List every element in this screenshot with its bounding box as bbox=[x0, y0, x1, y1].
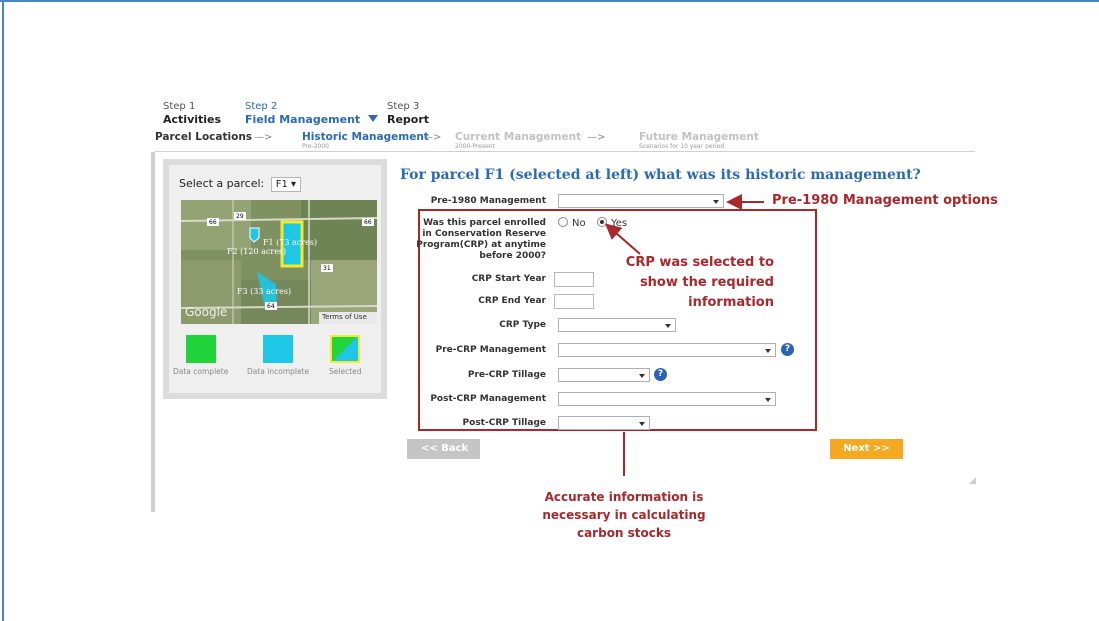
crp-callout: CRP was selected to show the required in… bbox=[625, 255, 774, 310]
legend-data-incomplete: Data incomplete bbox=[247, 335, 309, 376]
radio-yes-label: Yes bbox=[611, 218, 628, 229]
crp-type-label: CRP Type bbox=[499, 320, 546, 330]
chevron-down-icon bbox=[713, 200, 719, 204]
chevron-down-icon bbox=[665, 324, 671, 328]
road-label: 64 bbox=[267, 303, 275, 310]
substep-current-management[interactable]: Current Management 2000-Present bbox=[455, 131, 581, 151]
radio-no-label: No bbox=[572, 218, 586, 229]
step-1-label: Activities bbox=[163, 113, 222, 126]
next-button[interactable]: Next >> bbox=[830, 439, 903, 459]
substep-parcel-locations[interactable]: Parcel Locations bbox=[155, 131, 252, 143]
substep-bar: Parcel Locations —> Historic Management … bbox=[155, 131, 975, 152]
legend-selected: Selected bbox=[329, 335, 362, 376]
step-3[interactable]: Step 3 Report bbox=[387, 101, 429, 127]
road-label: 31 bbox=[323, 265, 331, 272]
dropdown-triangle-icon[interactable] bbox=[368, 115, 379, 122]
legend-label: Selected bbox=[329, 367, 362, 376]
step-1-number: Step 1 bbox=[163, 101, 196, 112]
road-label: 66 bbox=[364, 219, 372, 226]
legend-swatch bbox=[263, 335, 294, 363]
pre1980-callout: Pre-1980 Management options bbox=[772, 193, 998, 208]
substep-divider bbox=[155, 151, 975, 152]
field-f2-label: F2 (120 acres) bbox=[227, 247, 287, 256]
crp-radio-no[interactable]: No bbox=[558, 217, 586, 229]
parcel-panel-inner: Select a parcel: F1 ▾ 66 29 66 31 64 F1 … bbox=[169, 165, 381, 393]
step-3-label: Report bbox=[387, 113, 430, 126]
help-icon[interactable]: ? bbox=[781, 343, 794, 356]
google-logo: Google bbox=[185, 305, 228, 319]
window-top-border bbox=[0, 0, 1099, 2]
chevron-down-icon bbox=[639, 374, 645, 378]
parcel-panel: Select a parcel: F1 ▾ 66 29 66 31 64 F1 … bbox=[163, 159, 387, 399]
page-title: For parcel F1 (selected at left) what wa… bbox=[400, 167, 921, 183]
crp-start-label: CRP Start Year bbox=[471, 274, 546, 284]
crp-end-year-input[interactable] bbox=[554, 294, 594, 309]
substep-subtitle: Pre-2000 bbox=[302, 143, 329, 150]
legend-data-complete: Data complete bbox=[173, 335, 228, 376]
pre-crp-mgmt-label: Pre-CRP Management bbox=[435, 345, 546, 355]
chevron-down-icon bbox=[639, 422, 645, 426]
parcel-map[interactable]: 66 29 66 31 64 F1 (73 acres) F2 (120 acr… bbox=[181, 200, 377, 324]
pre1980-select[interactable] bbox=[558, 194, 724, 208]
left-edge-bar bbox=[151, 152, 155, 512]
substep-title: Parcel Locations bbox=[155, 131, 253, 143]
post-crp-tillage-label: Post-CRP Tillage bbox=[462, 418, 546, 428]
crp-type-select[interactable] bbox=[558, 318, 676, 332]
substep-arrow: —> bbox=[254, 132, 273, 143]
substep-subtitle: 2000-Present bbox=[455, 143, 495, 150]
legend-swatch bbox=[185, 335, 216, 363]
pre-crp-tillage-label: Pre-CRP Tillage bbox=[467, 370, 546, 380]
step-2-number: Step 2 bbox=[245, 101, 278, 112]
step-1[interactable]: Step 1 Activities bbox=[163, 101, 221, 127]
parcel-select-row: Select a parcel: F1 ▾ bbox=[179, 177, 302, 192]
parcel-select-label: Select a parcel: bbox=[179, 177, 265, 190]
pre-crp-tillage-select[interactable] bbox=[558, 368, 650, 382]
legend-label: Data incomplete bbox=[247, 367, 310, 376]
map-terms-link[interactable]: Terms of Use bbox=[322, 313, 367, 321]
post-crp-mgmt-select[interactable] bbox=[558, 392, 776, 406]
resize-grip-icon[interactable]: ◢ bbox=[969, 476, 976, 486]
substep-title: Current Management bbox=[455, 131, 582, 143]
road-label: 29 bbox=[236, 213, 244, 220]
crp-start-year-input[interactable] bbox=[554, 272, 594, 287]
legend-swatch bbox=[330, 335, 361, 363]
substep-future-management[interactable]: Future Management Scenarios for 10 year … bbox=[639, 131, 759, 151]
radio-selected-icon bbox=[597, 217, 607, 227]
crp-end-label: CRP End Year bbox=[478, 296, 546, 306]
field-f3-label: F3 (33 acres) bbox=[237, 287, 292, 296]
step-2-label: Field Management bbox=[245, 113, 361, 126]
substep-arrow: —> bbox=[423, 132, 442, 143]
pre1980-label: Pre-1980 Management bbox=[430, 196, 546, 206]
substep-title: Future Management bbox=[639, 131, 759, 143]
substep-subtitle: Scenarios for 10 year period bbox=[639, 143, 725, 150]
parcel-select-value: F1 bbox=[275, 179, 288, 190]
post-crp-mgmt-label: Post-CRP Management bbox=[430, 394, 546, 404]
window-left-border bbox=[2, 0, 4, 621]
substep-historic-management[interactable]: Historic Management Pre-2000 bbox=[302, 131, 429, 151]
field-f1-label: F1 (73 acres) bbox=[263, 238, 318, 247]
crp-radio-yes[interactable]: Yes bbox=[597, 217, 627, 229]
road-label: 66 bbox=[209, 219, 217, 226]
substep-title: Historic Management bbox=[302, 131, 429, 143]
substep-arrow: —> bbox=[587, 132, 606, 143]
step-2[interactable]: Step 2 Field Management bbox=[245, 101, 379, 127]
help-icon[interactable]: ? bbox=[654, 368, 667, 381]
legend-label: Data complete bbox=[173, 367, 229, 376]
parcel-select[interactable]: F1 ▾ bbox=[270, 177, 302, 192]
crp-question-label: Was this parcel enrolled in Conservation… bbox=[416, 218, 546, 261]
post-crp-tillage-select[interactable] bbox=[558, 416, 650, 430]
back-button[interactable]: << Back bbox=[407, 439, 480, 459]
chevron-down-icon bbox=[765, 349, 771, 353]
step-3-number: Step 3 bbox=[387, 101, 420, 112]
chevron-down-icon bbox=[765, 398, 771, 402]
pre-crp-mgmt-select[interactable] bbox=[558, 343, 776, 357]
radio-circle-icon bbox=[558, 217, 568, 227]
accurate-callout: Accurate information is necessary in cal… bbox=[542, 490, 706, 540]
